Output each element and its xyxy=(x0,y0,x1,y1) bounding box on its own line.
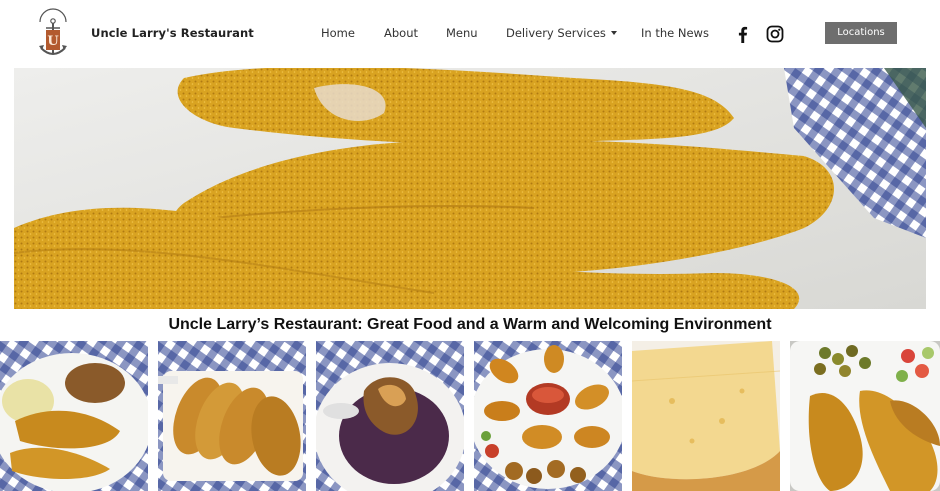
svg-text:U: U xyxy=(47,34,59,49)
page-headline: Uncle Larry’s Restaurant: Great Food and… xyxy=(168,316,772,333)
nav-about[interactable]: About xyxy=(384,26,418,40)
chevron-down-icon xyxy=(610,31,617,35)
gallery-photo-fried-shrimp xyxy=(474,341,622,491)
catfish-plate-photo xyxy=(0,341,148,491)
instagram-icon[interactable] xyxy=(766,25,784,43)
gallery-photo-catfish-plate xyxy=(0,341,148,491)
gallery-photo-cornbread xyxy=(632,341,780,491)
nav-home[interactable]: Home xyxy=(321,26,355,40)
gallery-photo-hot-water-cornbread xyxy=(158,341,306,491)
facebook-icon[interactable] xyxy=(734,25,752,43)
nav-delivery-services[interactable]: Delivery Services xyxy=(506,26,617,40)
cornbread-photo xyxy=(632,341,780,491)
anchor-logo-icon[interactable]: U xyxy=(36,8,70,60)
gallery-photo-peach-cobbler xyxy=(316,341,464,491)
gallery-photo-catfish-okra-salad xyxy=(790,341,940,491)
hero-photo xyxy=(14,68,926,309)
brand-name[interactable]: Uncle Larry's Restaurant xyxy=(91,26,254,40)
nav-menu[interactable]: Menu xyxy=(446,26,478,40)
hot-water-cornbread-photo xyxy=(158,341,306,491)
hero-fried-catfish-image xyxy=(14,68,926,309)
fried-shrimp-photo xyxy=(474,341,622,491)
nav-in-the-news[interactable]: In the News xyxy=(641,26,709,40)
nav-delivery-services-label: Delivery Services xyxy=(506,26,606,40)
catfish-okra-salad-photo xyxy=(790,341,940,491)
peach-cobbler-photo xyxy=(316,341,464,491)
locations-button[interactable]: Locations xyxy=(825,22,897,44)
site-header: U Uncle Larry's Restaurant Home About Me… xyxy=(0,0,940,68)
